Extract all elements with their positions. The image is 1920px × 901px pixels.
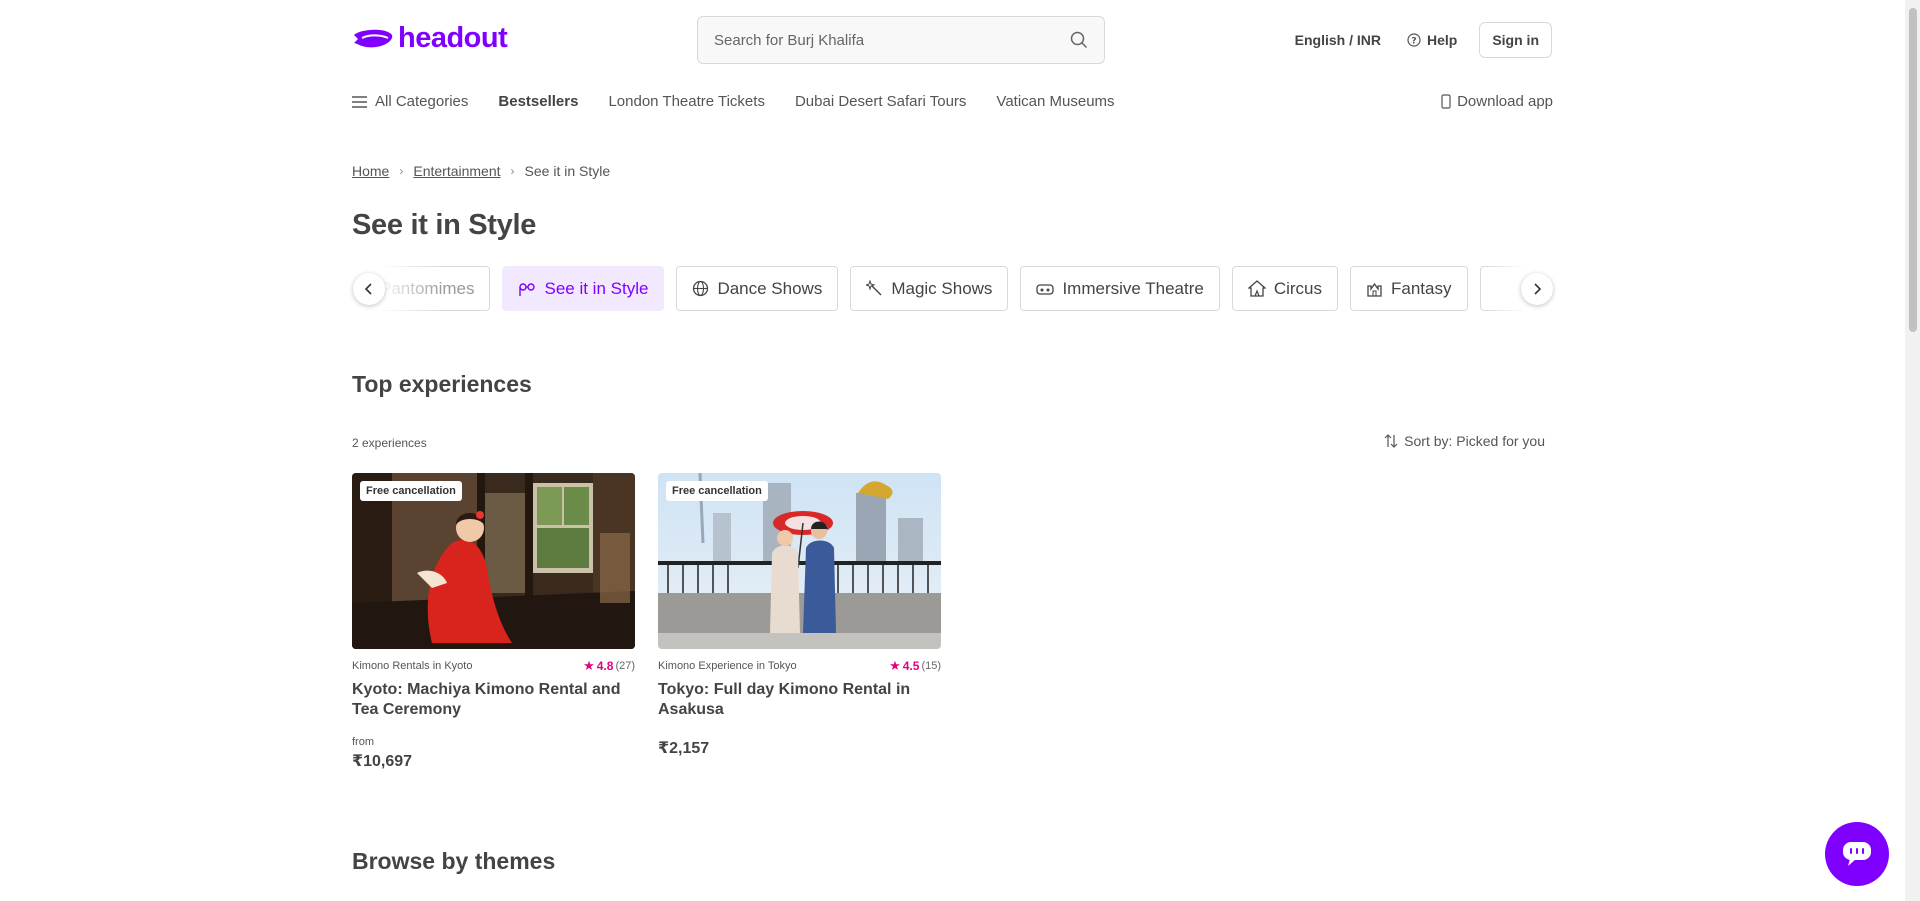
category-chip-carousel: Pantomimes See it in Style Dance Shows [352, 266, 1554, 312]
card-title[interactable]: Kyoto: Machiya Kimono Rental and Tea Cer… [352, 680, 635, 720]
menu-icon [352, 95, 367, 108]
help-icon: ? [1407, 33, 1421, 47]
headout-logo[interactable]: headout [352, 22, 508, 55]
nav-all-categories-label: All Categories [375, 93, 469, 110]
chip-immersive-theatre[interactable]: Immersive Theatre [1020, 266, 1220, 311]
card-meta: Kimono Experience in Tokyo ★ 4.5 (15) [658, 658, 941, 674]
search-bar[interactable] [697, 16, 1105, 64]
card-category[interactable]: Kimono Rentals in Kyoto [352, 660, 472, 672]
breadcrumb: Home › Entertainment › See it in Style [352, 163, 610, 179]
phone-icon [1441, 94, 1451, 109]
card-meta: Kimono Rentals in Kyoto ★ 4.8 (27) [352, 658, 635, 674]
sort-icon [1384, 434, 1398, 448]
experience-image[interactable]: Free cancellation [658, 473, 941, 649]
chip-magic-shows[interactable]: Magic Shows [850, 266, 1009, 311]
chip-see-it-in-style[interactable]: See it in Style [502, 266, 665, 311]
card-rating: ★ 4.8 (27) [583, 658, 635, 674]
help-label: Help [1426, 32, 1458, 48]
chip-circus[interactable]: Circus [1231, 266, 1339, 311]
chat-bubble-icon [1843, 842, 1871, 866]
price-prefix: from [352, 736, 374, 748]
chip-dance-shows-label: Dance Shows [717, 278, 823, 298]
chip-fantasy[interactable]: Fantasy [1350, 266, 1468, 311]
nav-vatican-museums[interactable]: Vatican Museums [996, 93, 1114, 110]
breadcrumb-entertainment[interactable]: Entertainment [413, 163, 500, 179]
chip-track: Pantomimes See it in Style Dance Shows [364, 266, 1540, 311]
card-title[interactable]: Tokyo: Full day Kimono Rental in Asakusa [658, 680, 941, 720]
card-price: ₹10,697 [352, 753, 413, 770]
sort-label: Sort by: Picked for you [1404, 433, 1545, 449]
sort-button[interactable]: Sort by: Picked for you [1384, 433, 1545, 449]
help-link[interactable]: ? Help [1407, 32, 1457, 48]
free-cancellation-badge: Free cancellation [666, 481, 768, 501]
chip-circus-label: Circus [1273, 278, 1323, 298]
glasses-icon [519, 282, 536, 296]
experience-image[interactable]: Free cancellation [352, 473, 635, 649]
rating-value: 4.5 [902, 659, 920, 673]
nav-all-categories[interactable]: All Categories [352, 93, 468, 110]
chip-fantasy-label: Fantasy [1391, 278, 1452, 298]
castle-icon [1367, 282, 1382, 297]
logo-text: headout [398, 22, 508, 54]
svg-text:?: ? [1411, 37, 1416, 47]
page-scrollbar[interactable] [1905, 0, 1920, 901]
chip-scroll-left-button[interactable] [353, 273, 385, 305]
circus-tent-icon [1247, 280, 1266, 297]
chevron-right-icon: › [510, 164, 515, 178]
vr-headset-icon [1036, 283, 1055, 295]
experience-count: 2 experiences [352, 436, 427, 450]
page-title: See it in Style [352, 209, 537, 241]
card-category[interactable]: Kimono Experience in Tokyo [658, 660, 797, 672]
rating-value: 4.8 [596, 659, 614, 673]
review-count: (15) [921, 660, 941, 672]
card-rating: ★ 4.5 (15) [889, 658, 941, 674]
chip-see-it-in-style-label: See it in Style [544, 278, 649, 298]
star-icon: ★ [583, 658, 595, 673]
breadcrumb-home[interactable]: Home [352, 163, 389, 179]
chip-dance-shows[interactable]: Dance Shows [676, 266, 839, 311]
search-input[interactable] [714, 31, 1070, 49]
chevron-left-icon [364, 283, 372, 295]
language-currency-selector[interactable]: English / INR [1295, 32, 1381, 48]
blimp-logo-icon [354, 29, 393, 47]
download-app-label: Download app [1457, 93, 1553, 110]
header-actions: English / INR ? Help Sign in [1295, 22, 1552, 58]
breadcrumb-current: See it in Style [524, 163, 611, 179]
scrollbar-thumb[interactable] [1909, 8, 1917, 332]
chevron-right-icon [1534, 283, 1542, 295]
chevron-right-icon: › [399, 164, 404, 178]
experience-card[interactable]: Free cancellation Kimono Rentals in Kyot… [352, 473, 635, 771]
globe-icon [693, 280, 709, 297]
magic-wand-icon [866, 280, 882, 296]
review-count: (27) [615, 660, 635, 672]
experience-card[interactable]: Free cancellation Kimono Experience in T… [658, 473, 941, 758]
chip-immersive-theatre-label: Immersive Theatre [1062, 278, 1204, 298]
browse-themes-title: Browse by themes [352, 848, 556, 874]
download-app-link[interactable]: Download app [1441, 93, 1553, 110]
sign-in-button[interactable]: Sign in [1479, 22, 1552, 58]
top-experiences-title: Top experiences [352, 371, 532, 397]
nav-dubai-desert-safari[interactable]: Dubai Desert Safari Tours [795, 93, 966, 110]
nav-bestsellers[interactable]: Bestsellers [498, 93, 578, 110]
card-price: ₹2,157 [658, 740, 710, 757]
free-cancellation-badge: Free cancellation [360, 481, 462, 501]
nav-london-theatre[interactable]: London Theatre Tickets [608, 93, 765, 110]
star-icon: ★ [889, 658, 901, 673]
chip-scroll-right-button[interactable] [1521, 273, 1553, 305]
chip-magic-shows-label: Magic Shows [891, 278, 993, 298]
chat-button[interactable] [1825, 822, 1889, 886]
search-icon[interactable] [1070, 31, 1088, 49]
category-nav: All Categories Bestsellers London Theatr… [352, 93, 1115, 110]
